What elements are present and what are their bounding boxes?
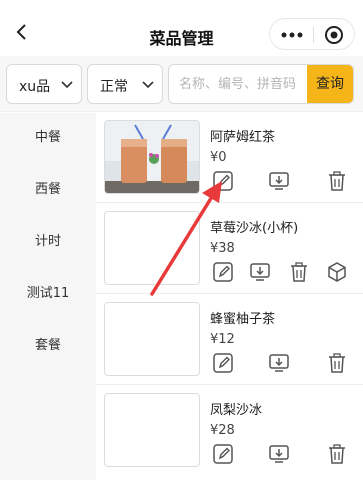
category-item[interactable]: 西餐 <box>0 175 96 205</box>
edit-icon[interactable] <box>212 261 234 283</box>
download-icon[interactable] <box>268 443 290 465</box>
product-row[interactable]: 草莓沙冰(小杯) ¥38 <box>96 204 363 294</box>
download-icon[interactable] <box>268 170 290 192</box>
store-select-value: xu品 <box>19 79 51 95</box>
category-item[interactable]: 套餐 <box>0 331 96 361</box>
product-price: ¥28 <box>210 423 235 438</box>
more-dots-icon[interactable] <box>280 27 304 43</box>
category-item[interactable]: 测试11 <box>0 279 96 309</box>
product-price: ¥38 <box>210 241 235 256</box>
product-row[interactable]: 凤梨沙冰 ¥28 <box>96 386 363 476</box>
search-button[interactable]: 查询 <box>307 65 353 103</box>
search-box: 查询 <box>168 64 354 104</box>
box-icon[interactable] <box>326 261 348 283</box>
nav-bar: 菜品管理 <box>0 0 363 56</box>
target-circle-icon[interactable] <box>324 25 344 45</box>
tea-drinks-photo <box>105 121 199 193</box>
product-row[interactable]: 蜂蜜柚子茶 ¥12 <box>96 295 363 385</box>
product-price: ¥0 <box>210 150 227 165</box>
status-select-value: 正常 <box>100 79 128 95</box>
chevron-down-icon <box>61 81 73 89</box>
trash-icon[interactable] <box>326 170 348 192</box>
edit-icon[interactable] <box>212 352 234 374</box>
product-list: 阿萨姆红茶 ¥0 草莓沙冰(小杯) ¥38 蜂蜜柚子茶 ¥12 凤梨沙冰 ¥28 <box>96 113 363 480</box>
trash-icon[interactable] <box>326 443 348 465</box>
category-item[interactable]: 中餐 <box>0 123 96 153</box>
trash-icon[interactable] <box>326 352 348 374</box>
download-icon[interactable] <box>249 261 271 283</box>
product-price: ¥12 <box>210 332 235 347</box>
category-sidebar: 中餐 西餐 计时 测试11 套餐 <box>0 113 96 480</box>
product-image-placeholder <box>104 211 200 285</box>
status-select[interactable]: 正常 <box>87 64 163 104</box>
chevron-down-icon <box>142 81 154 89</box>
product-image-placeholder <box>104 302 200 376</box>
search-input[interactable] <box>169 65 309 103</box>
edit-icon[interactable] <box>212 170 234 192</box>
trash-icon[interactable] <box>288 261 310 283</box>
download-icon[interactable] <box>268 352 290 374</box>
store-select[interactable]: xu品 <box>6 64 82 104</box>
capsule-divider <box>313 27 314 43</box>
edit-icon[interactable] <box>212 443 234 465</box>
category-item[interactable]: 计时 <box>0 227 96 257</box>
product-name: 蜂蜜柚子茶 <box>210 312 276 327</box>
product-name: 阿萨姆红茶 <box>210 130 276 145</box>
product-image-placeholder <box>104 393 200 467</box>
product-name: 凤梨沙冰 <box>210 403 263 418</box>
mini-program-capsule <box>269 18 355 50</box>
product-image <box>104 120 200 194</box>
filter-bar: xu品 正常 查询 <box>0 56 363 112</box>
product-row[interactable]: 阿萨姆红茶 ¥0 <box>96 113 363 203</box>
product-name: 草莓沙冰(小杯) <box>210 221 299 236</box>
